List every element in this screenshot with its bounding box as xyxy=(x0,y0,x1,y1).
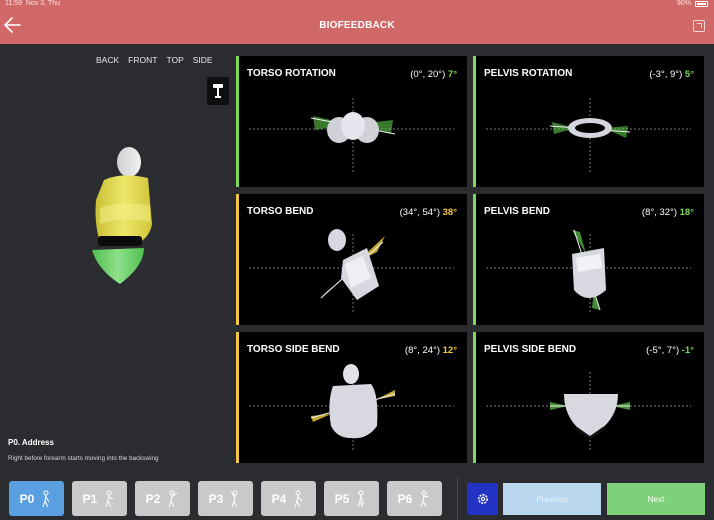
position-label-p6: P6 xyxy=(397,491,413,506)
toolbar-divider xyxy=(457,478,458,520)
avatar-view: BACK FRONT TOP SIDE P0. Address Right be… xyxy=(0,44,236,464)
position-button-p5[interactable]: P5 xyxy=(324,481,379,516)
panel-pelvis-side-bend: PELVIS SIDE BEND (-5°, 7°) -1° xyxy=(473,332,704,463)
golfer-pose-icon xyxy=(294,490,303,507)
next-button[interactable]: Next xyxy=(607,483,705,515)
status-time: 11:59 xyxy=(5,0,22,7)
position-button-p4[interactable]: P4 xyxy=(261,481,316,516)
position-label-p0: P0 xyxy=(19,491,35,506)
settings-button[interactable] xyxy=(467,483,498,515)
golfer-pose-icon xyxy=(168,490,178,507)
page-title: BIOFEEDBACK xyxy=(319,20,395,31)
avatar-head xyxy=(117,147,141,177)
tab-front[interactable]: FRONT xyxy=(128,55,157,65)
golfer-pose-icon xyxy=(230,490,238,507)
club-toggle-button[interactable] xyxy=(207,77,229,105)
panel-torso-bend: TORSO BEND (34°, 54°) 38° xyxy=(236,194,467,325)
status-date: Nov 3. Thu xyxy=(25,0,61,7)
golfer-pose-icon xyxy=(357,490,365,507)
position-label: P0. Address xyxy=(8,438,54,447)
avatar-belt xyxy=(98,236,142,246)
panel-pelvis-rotation: PELVIS ROTATION (-3°, 9°) 5° xyxy=(473,56,704,187)
panel-torso-rotation: TORSO ROTATION (0°, 20°) 7° xyxy=(236,56,467,187)
status-battery: 90% xyxy=(677,0,708,7)
battery-icon xyxy=(695,0,708,7)
position-button-p0[interactable]: P0 xyxy=(9,481,64,516)
battery-percent: 90% xyxy=(676,0,691,7)
golfer-pose-icon xyxy=(105,490,114,507)
view-tabs: BACK FRONT TOP SIDE xyxy=(96,55,213,65)
avatar-figure xyxy=(92,147,152,284)
position-button-p6[interactable]: P6 xyxy=(387,481,442,516)
rotation-visual xyxy=(486,98,691,174)
rotation-visual xyxy=(249,98,454,174)
bend-visual xyxy=(486,229,691,314)
previous-button[interactable]: Previous xyxy=(503,483,601,515)
position-button-p3[interactable]: P3 xyxy=(198,481,253,516)
tab-back[interactable]: BACK xyxy=(96,55,119,65)
position-label-p2: P2 xyxy=(145,491,161,506)
position-label-p5: P5 xyxy=(334,491,350,506)
position-button-p2[interactable]: P2 xyxy=(135,481,190,516)
share-icon[interactable] xyxy=(693,20,705,32)
side-bend-visual xyxy=(486,372,691,452)
position-label-p3: P3 xyxy=(208,491,224,506)
position-description: Right before forearm starts moving into … xyxy=(8,455,159,462)
panel-torso-side-bend: TORSO SIDE BEND (8°, 24°) 12° xyxy=(236,332,467,463)
avatar-pelvis xyxy=(92,248,144,284)
club-icon xyxy=(213,84,223,98)
bend-visual xyxy=(249,229,454,314)
position-label-p4: P4 xyxy=(271,491,287,506)
status-time-date: 11:59 Nov 3. Thu xyxy=(5,0,60,7)
position-label-p1: P1 xyxy=(82,491,98,506)
gear-icon xyxy=(477,494,488,504)
tab-side[interactable]: SIDE xyxy=(193,55,213,65)
tab-top[interactable]: TOP xyxy=(166,55,183,65)
golfer-pose-icon xyxy=(42,490,50,507)
golfer-pose-icon xyxy=(420,490,430,507)
panel-pelvis-bend: PELVIS BEND (8°, 32°) 18° xyxy=(473,194,704,325)
app-header: 11:59 Nov 3. Thu 90% BIOFEEDBACK xyxy=(0,0,714,44)
side-bend-visual xyxy=(249,364,454,452)
position-button-p1[interactable]: P1 xyxy=(72,481,127,516)
